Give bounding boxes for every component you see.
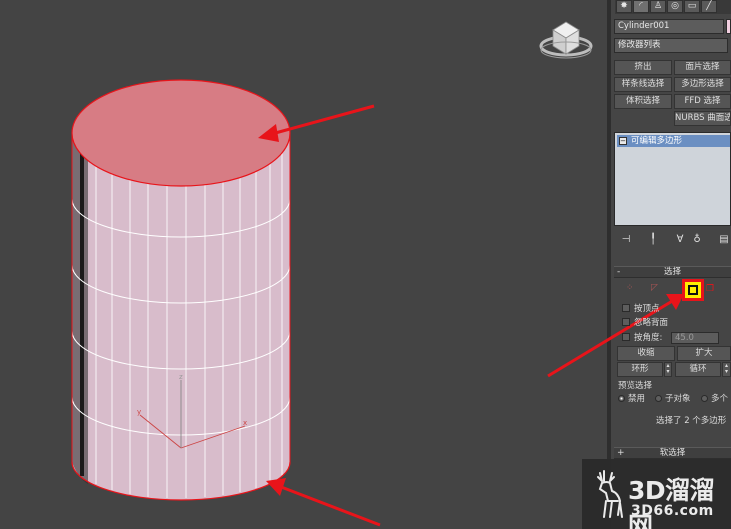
by-angle-label: 按角度: xyxy=(634,333,663,343)
hierarchy-tab-icon[interactable]: ♙ xyxy=(650,0,666,13)
modifier-list-dropdown[interactable]: 修改器列表 xyxy=(614,38,728,53)
svg-text:y: y xyxy=(137,408,141,416)
stack-item-label: 可编辑多边形 xyxy=(631,136,683,146)
preview-disabled-radio[interactable]: 禁用 xyxy=(618,392,645,404)
stack-item-editable-poly[interactable]: − 可编辑多边形 xyxy=(617,135,730,147)
rollout-expand-icon[interactable]: + xyxy=(617,448,625,459)
soft-selection-rollout-title: 软选择 xyxy=(659,448,686,458)
selection-status-text: 选择了 2 个多边形 xyxy=(656,416,727,426)
modifier-stack[interactable]: − 可编辑多边形 xyxy=(614,132,731,226)
pin-stack-icon[interactable]: ⊣ xyxy=(620,234,632,246)
grow-button[interactable]: 扩大 xyxy=(677,346,731,361)
collapse-icon[interactable]: − xyxy=(619,137,627,145)
selection-rollout-header[interactable]: - 选择 xyxy=(614,266,731,278)
display-tab-icon[interactable]: ▭ xyxy=(684,0,700,13)
ring-spinner[interactable]: ▴ ▾ xyxy=(664,362,672,377)
element-level-icon[interactable]: ❐ xyxy=(706,284,714,294)
loop-spinner[interactable]: ▴ ▾ xyxy=(722,362,731,377)
ffd-select-button[interactable]: FFD 选择 xyxy=(674,94,731,109)
loop-button[interactable]: 循环 xyxy=(675,362,721,377)
by-angle-checkbox[interactable]: 按角度: xyxy=(622,333,662,343)
by-vertex-label: 按顶点 xyxy=(634,304,660,314)
svg-text:z: z xyxy=(179,373,183,381)
by-angle-check[interactable] xyxy=(622,333,630,341)
ignore-backface-check[interactable] xyxy=(622,318,630,326)
object-color-swatch[interactable] xyxy=(726,19,731,34)
preview-selection-label: 预览选择 xyxy=(618,381,653,391)
shrink-button[interactable]: 收缩 xyxy=(617,346,675,361)
object-name-field[interactable]: Cylinder001 xyxy=(614,19,724,34)
make-unique-icon[interactable]: ∀ xyxy=(674,234,686,246)
modify-tab-icon[interactable]: ◜ xyxy=(633,0,649,13)
viewport-scene: x y z xyxy=(71,21,593,527)
by-vertex-check[interactable] xyxy=(622,304,630,312)
nurbs-surface-select-button[interactable]: NURBS 曲面选 xyxy=(674,111,731,126)
ignore-backface-checkbox[interactable]: 忽略背面 xyxy=(622,318,668,328)
annotation-arrow-bottom xyxy=(266,478,381,527)
utilities-tab-icon[interactable]: ╱ xyxy=(701,0,717,13)
radio-dot[interactable] xyxy=(701,395,708,402)
configure-modifier-sets-icon[interactable]: ▤ xyxy=(718,234,730,246)
soft-selection-rollout-header[interactable]: + 软选择 xyxy=(614,447,731,459)
watermark-url: 3D66.com xyxy=(631,503,714,519)
deer-logo-icon xyxy=(597,470,623,518)
show-end-result-icon[interactable]: ╿ xyxy=(647,234,659,246)
preview-disabled-label: 禁用 xyxy=(628,394,646,404)
selection-rollout-title: 选择 xyxy=(663,267,681,277)
preview-multi-label: 多个 xyxy=(711,394,729,404)
command-panel-tabs: ✸ ◜ ♙ ◎ ▭ ╱ xyxy=(615,0,731,14)
angle-spinner[interactable]: 45.0 xyxy=(671,332,719,344)
radio-dot[interactable] xyxy=(655,395,662,402)
ignore-backface-label: 忽略背面 xyxy=(634,318,669,328)
create-tab-icon[interactable]: ✸ xyxy=(616,0,632,13)
patch-select-button[interactable]: 面片选择 xyxy=(674,60,731,75)
watermark-brand: 3D溜溜网 xyxy=(628,476,715,529)
volume-select-button[interactable]: 体积选择 xyxy=(614,94,672,109)
radio-dot[interactable] xyxy=(618,395,625,402)
preview-subobject-label: 子对象 xyxy=(665,394,691,404)
remove-modifier-icon[interactable]: ♁ xyxy=(691,234,703,246)
by-vertex-checkbox[interactable]: 按顶点 xyxy=(622,304,660,314)
svg-text:x: x xyxy=(243,419,247,427)
perspective-viewport[interactable]: x y z xyxy=(0,0,607,529)
extrude-button[interactable]: 挤出 xyxy=(614,60,672,75)
viewcube-icon[interactable] xyxy=(539,21,593,59)
motion-tab-icon[interactable]: ◎ xyxy=(667,0,683,13)
preview-subobject-radio[interactable]: 子对象 xyxy=(655,392,691,404)
poly-select-button[interactable]: 多边形选择 xyxy=(674,77,731,92)
watermark: 3D溜溜网 3D66.com xyxy=(582,459,731,529)
preview-multi-radio[interactable]: 多个 xyxy=(701,392,728,404)
spline-select-button[interactable]: 样条线选择 xyxy=(614,77,672,92)
rollout-collapse-icon[interactable]: - xyxy=(617,267,620,278)
ring-button[interactable]: 环形 xyxy=(617,362,663,377)
